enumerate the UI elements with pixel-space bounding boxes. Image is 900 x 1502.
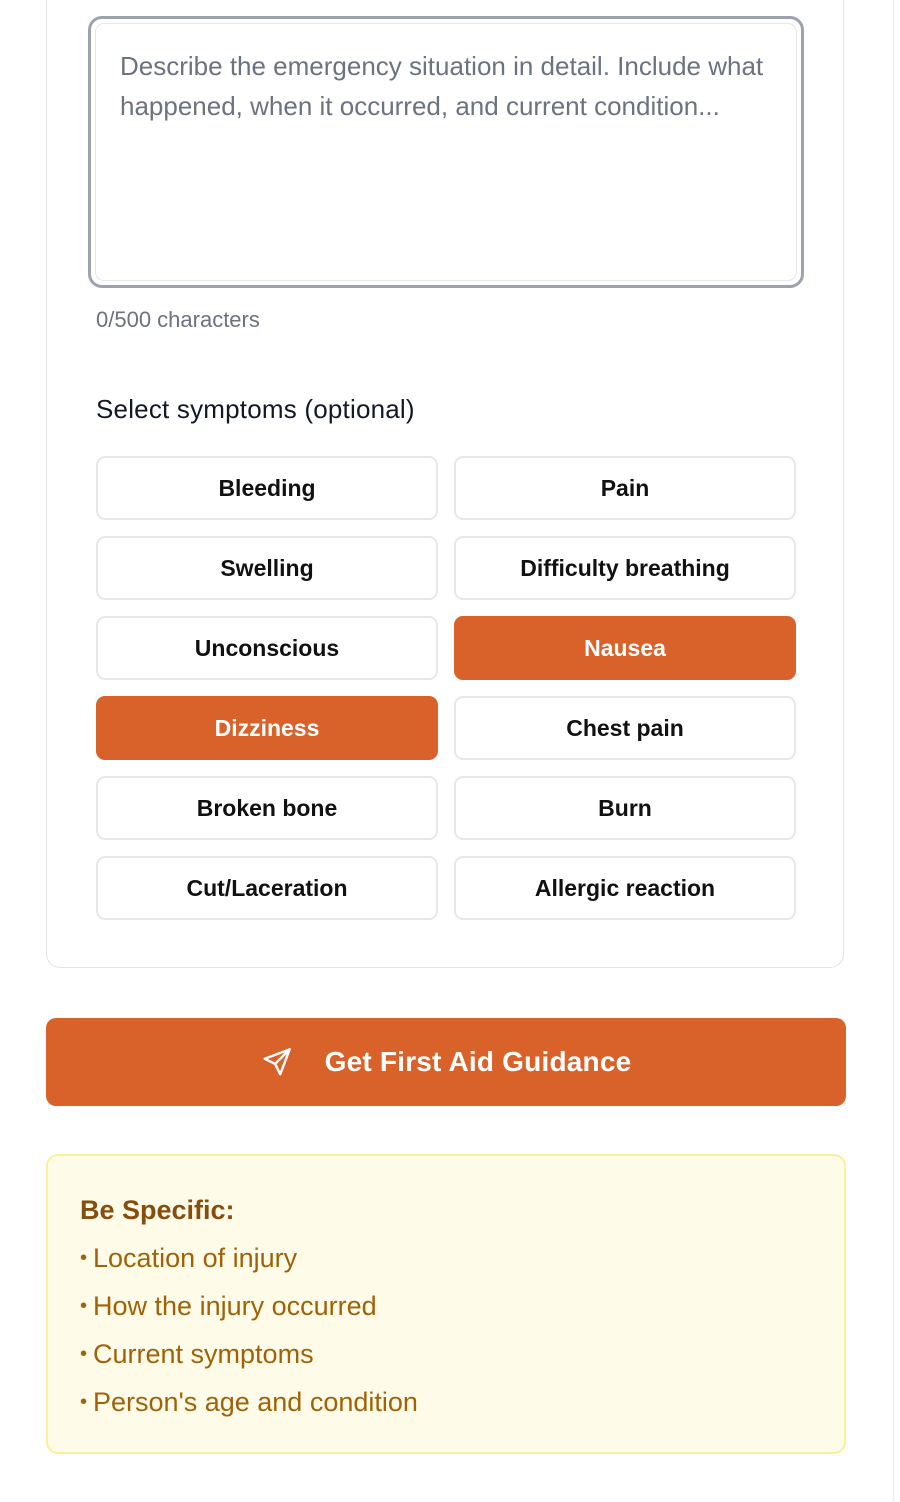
tip-text: How the injury occurred [93,1291,377,1321]
symptom-chip-pain[interactable]: Pain [454,456,796,520]
tip-text: Person's age and condition [93,1387,418,1417]
tip-text: Location of injury [93,1243,298,1273]
tips-box: Be Specific: • Location of injury • How th… [46,1154,846,1454]
symptom-chip-nausea[interactable]: Nausea [454,616,796,680]
symptom-chip-unconscious[interactable]: Unconscious [96,616,438,680]
symptom-chip-burn[interactable]: Burn [454,776,796,840]
bullet-icon: • [80,1343,88,1365]
send-icon [261,1046,293,1078]
tip-text: Current symptoms [93,1339,314,1369]
symptom-chip-bleeding[interactable]: Bleeding [96,456,438,520]
bullet-icon: • [80,1391,88,1413]
symptom-chip-broken-bone[interactable]: Broken bone [96,776,438,840]
tip-item: • Current symptoms [80,1330,812,1378]
symptoms-grid: Bleeding Pain Swelling Difficulty breath… [96,456,796,920]
bullet-icon: • [80,1295,88,1317]
bullet-icon: • [80,1247,88,1269]
symptom-chip-chest-pain[interactable]: Chest pain [454,696,796,760]
symptom-chip-difficulty-breathing[interactable]: Difficulty breathing [454,536,796,600]
tips-list: • Location of injury • How the injury occu… [80,1234,812,1426]
symptom-chip-swelling[interactable]: Swelling [96,536,438,600]
symptom-chip-cut-laceration[interactable]: Cut/Laceration [96,856,438,920]
tip-item: • Location of injury [80,1234,812,1282]
symptom-chip-dizziness[interactable]: Dizziness [96,696,438,760]
get-first-aid-guidance-button[interactable]: Get First Aid Guidance [46,1018,846,1106]
description-textarea[interactable] [95,23,797,281]
symptoms-heading: Select symptoms (optional) [96,394,415,424]
description-field-container [88,16,804,288]
tip-item: • How the injury occurred [80,1282,812,1330]
page-edge-divider [893,0,894,1502]
tip-item: • Person's age and condition [80,1378,812,1426]
tips-title: Be Specific: [80,1195,235,1225]
symptom-chip-allergic-reaction[interactable]: Allergic reaction [454,856,796,920]
character-count: 0/500 characters [96,307,260,332]
page: 0/500 characters Select symptoms (option… [0,0,900,1502]
get-first-aid-guidance-label: Get First Aid Guidance [324,1046,632,1077]
